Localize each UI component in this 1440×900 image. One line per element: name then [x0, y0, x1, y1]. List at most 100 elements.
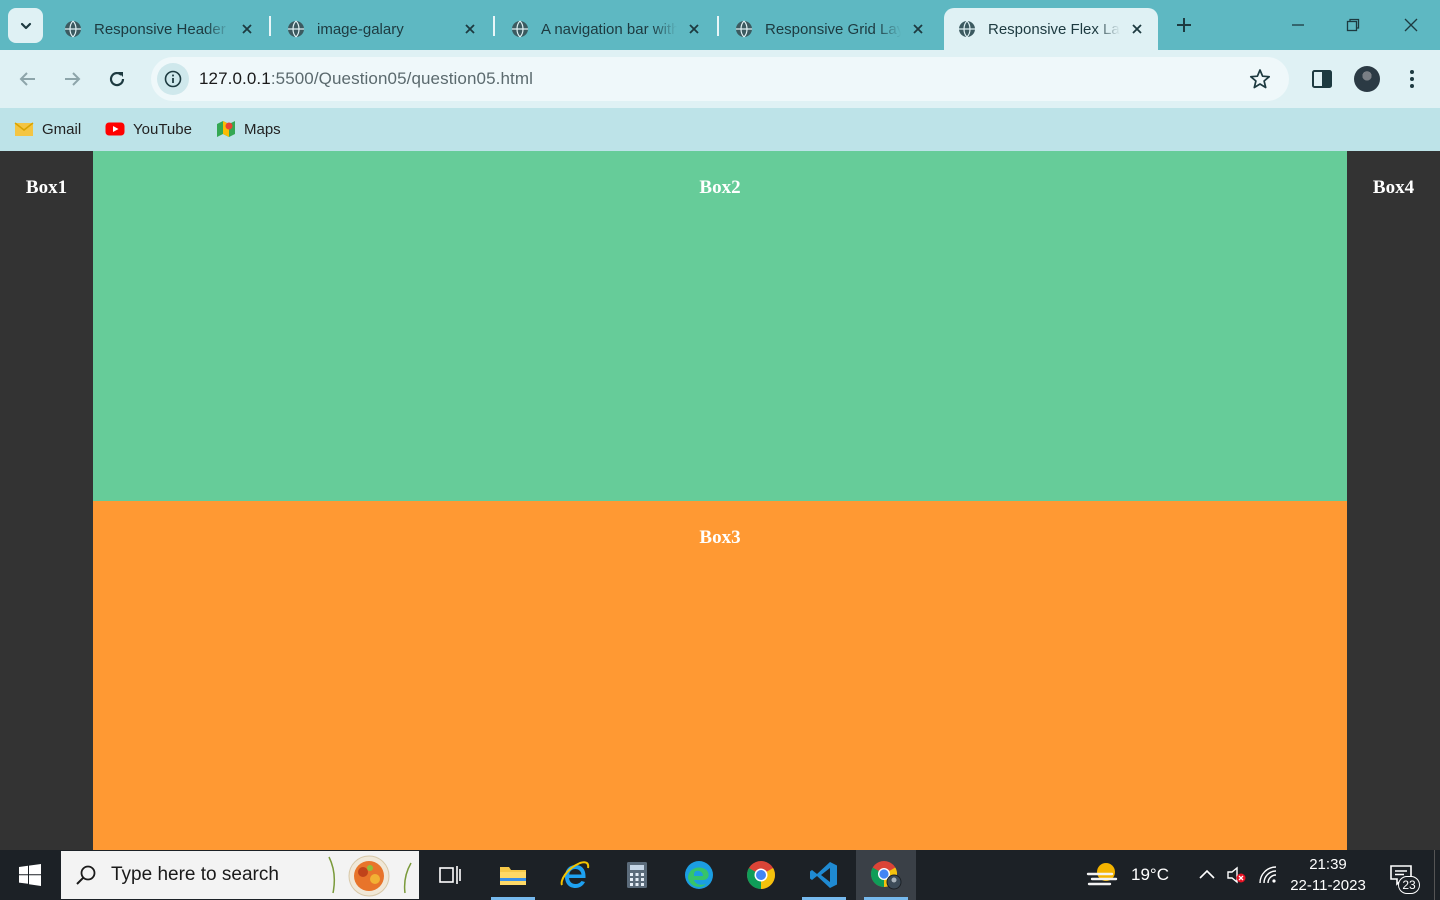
tab-separator	[269, 16, 271, 36]
new-tab-button[interactable]	[1172, 13, 1196, 37]
bookmark-youtube[interactable]: YouTube	[105, 117, 192, 141]
calculator-icon	[627, 862, 647, 888]
chrome-profile-button[interactable]	[856, 850, 916, 900]
close-icon[interactable]	[685, 20, 703, 38]
forward-button[interactable]	[56, 63, 88, 95]
info-icon	[164, 70, 182, 88]
show-desktop-button[interactable]	[1434, 850, 1435, 900]
system-clock[interactable]: 21:39 22-11-2023	[1288, 854, 1368, 896]
box4: Box4	[1347, 151, 1440, 850]
start-button[interactable]	[0, 850, 60, 900]
globe-icon	[288, 20, 304, 38]
kebab-menu-icon	[1410, 70, 1414, 88]
tab-responsive-grid[interactable]: Responsive Grid Layout	[721, 8, 939, 50]
arrow-right-icon	[65, 72, 81, 86]
task-view-button[interactable]	[420, 850, 480, 900]
restore-button[interactable]	[1340, 12, 1366, 38]
windows-taskbar: Type here to search 19°C 21:39 22-11-202…	[0, 850, 1440, 900]
box3: Box3	[93, 501, 1347, 850]
box1: Box1	[0, 151, 93, 850]
back-button[interactable]	[12, 63, 44, 95]
bookmark-label: Gmail	[42, 120, 82, 138]
url-host: 127.0.0.1	[199, 69, 271, 88]
globe-icon	[512, 20, 528, 38]
bookmark-label: YouTube	[133, 120, 192, 138]
notification-count-badge: 23	[1398, 876, 1420, 894]
edge-icon	[685, 861, 713, 889]
maps-icon	[217, 121, 235, 137]
weather-haze-icon	[1086, 863, 1118, 886]
gmail-icon	[14, 122, 34, 136]
bookmark-maps[interactable]: Maps	[216, 117, 281, 141]
arrow-left-icon	[19, 72, 35, 86]
browser-menu-button[interactable]	[1402, 66, 1422, 92]
page-viewport: Box1 Box2 Box3 Box4	[0, 151, 1440, 850]
globe-icon	[959, 20, 975, 38]
chrome-profile-icon	[870, 861, 902, 890]
file-explorer-button[interactable]	[483, 850, 543, 900]
search-placeholder: Type here to search	[111, 864, 279, 885]
browser-title-bar: Responsive Header using image-galary A n…	[0, 0, 1440, 50]
tab-image-galary[interactable]: image-galary	[273, 8, 491, 50]
tab-title: image-galary	[317, 20, 404, 38]
task-view-icon	[439, 866, 461, 884]
internet-explorer-button[interactable]	[545, 850, 605, 900]
chevron-down-icon	[20, 22, 31, 29]
youtube-icon	[105, 122, 125, 136]
vscode-icon	[810, 862, 837, 888]
close-window-button[interactable]	[1398, 12, 1424, 38]
clock-time: 21:39	[1309, 856, 1347, 873]
globe-icon	[736, 20, 752, 38]
side-panel-icon[interactable]	[1309, 66, 1335, 92]
address-bar[interactable]: 127.0.0.1:5500/Question05/question05.htm…	[151, 57, 1289, 101]
url-text: 127.0.0.1:5500/Question05/question05.htm…	[199, 69, 533, 89]
bookmark-label: Maps	[244, 120, 281, 138]
tab-responsive-header[interactable]: Responsive Header using	[50, 8, 268, 50]
reload-icon	[109, 72, 125, 87]
tab-navigation-bar[interactable]: A navigation bar with	[497, 8, 715, 50]
weather-widget[interactable]: 19°C	[1086, 860, 1169, 890]
tab-separator	[493, 16, 495, 36]
site-info-button[interactable]	[157, 63, 189, 95]
close-icon[interactable]	[461, 20, 479, 38]
bookmark-star-icon[interactable]	[1249, 68, 1271, 90]
box1-label: Box1	[25, 177, 68, 198]
clock-date: 22-11-2023	[1290, 877, 1366, 894]
weather-temperature: 19°C	[1131, 865, 1169, 884]
file-explorer-icon	[500, 867, 526, 885]
chrome-button[interactable]	[731, 850, 791, 900]
vscode-button[interactable]	[794, 850, 854, 900]
profile-avatar[interactable]	[1354, 66, 1380, 92]
bookmarks-bar: Gmail YouTube Maps	[0, 108, 1440, 151]
box4-label: Box4	[1372, 177, 1415, 198]
tab-title: Responsive Header using	[94, 20, 230, 38]
windows-logo-icon	[19, 864, 41, 886]
box3-label: Box3	[699, 527, 741, 548]
search-icon	[76, 865, 96, 885]
chevron-up-icon[interactable]	[1197, 865, 1217, 885]
box2-label: Box2	[699, 177, 741, 198]
close-icon	[1404, 18, 1418, 32]
chrome-icon	[747, 861, 775, 889]
close-icon[interactable]	[909, 20, 927, 38]
close-icon[interactable]	[1128, 20, 1146, 38]
tab-separator	[717, 16, 719, 36]
speaker-muted-icon[interactable]	[1226, 865, 1246, 885]
wifi-icon[interactable]	[1258, 865, 1278, 885]
tab-title: A navigation bar with	[541, 20, 677, 38]
minimize-icon	[1292, 24, 1304, 26]
calculator-button[interactable]	[607, 850, 667, 900]
globe-icon	[65, 20, 81, 38]
tab-search-button[interactable]	[8, 8, 43, 43]
tab-title: Responsive Flex Layout	[988, 20, 1120, 38]
tab-responsive-flex[interactable]: Responsive Flex Layout	[944, 8, 1158, 50]
close-icon[interactable]	[238, 20, 256, 38]
browser-toolbar: 127.0.0.1:5500/Question05/question05.htm…	[0, 50, 1440, 108]
url-path: :5500/Question05/question05.html	[270, 69, 533, 88]
tab-title: Responsive Grid Layout	[765, 20, 901, 38]
edge-button[interactable]	[669, 850, 729, 900]
taskbar-search[interactable]: Type here to search	[61, 851, 419, 899]
minimize-button[interactable]	[1285, 12, 1311, 38]
bookmark-gmail[interactable]: Gmail	[14, 117, 81, 141]
reload-button[interactable]	[101, 63, 133, 95]
